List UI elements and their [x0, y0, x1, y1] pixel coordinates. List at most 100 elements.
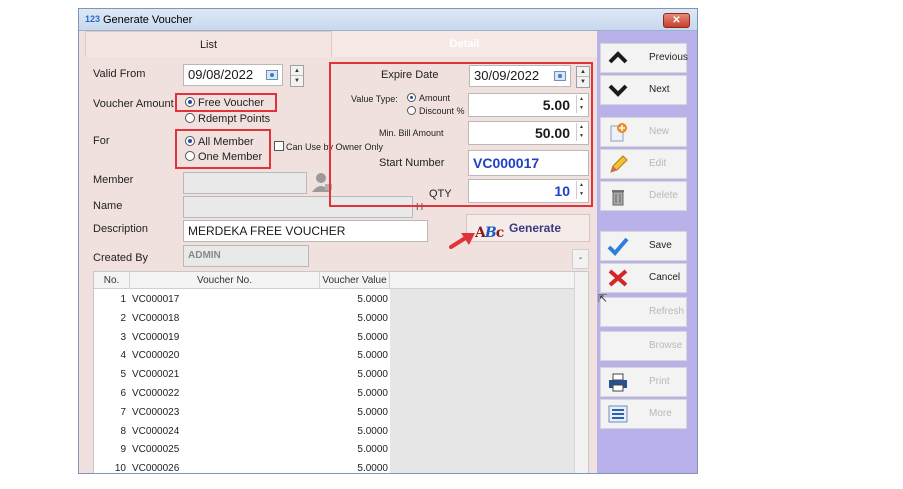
- action-sidebar: Previous Next New Edit Delete Save Cance…: [597, 31, 697, 473]
- cell-voucher-no: VC000024: [132, 425, 180, 437]
- highlight-for: [175, 129, 271, 169]
- radio-redeem-points-label: Rdempt Points: [198, 113, 271, 125]
- grid-scrollbar[interactable]: [574, 272, 588, 473]
- save-button[interactable]: Save: [600, 231, 687, 261]
- expire-date-label: Expire Date: [381, 69, 439, 81]
- cell-no: 7: [120, 406, 126, 418]
- chevron-down-icon[interactable]: ▼: [291, 76, 303, 86]
- table-row[interactable]: 3 VC000019 5.0000: [94, 329, 390, 347]
- member-field[interactable]: [183, 172, 307, 194]
- list-icon: [608, 405, 628, 423]
- cell-voucher-value: 5.0000: [357, 331, 388, 343]
- voucher-amount-label: Voucher Amount: [93, 98, 174, 110]
- mouse-cursor-icon: ⇱: [598, 293, 608, 305]
- browse-button[interactable]: Browse: [600, 331, 687, 361]
- qty-label: QTY: [429, 188, 452, 200]
- table-row[interactable]: 2 VC000018 5.0000: [94, 310, 390, 328]
- cell-voucher-value: 5.0000: [357, 312, 388, 324]
- delete-button[interactable]: Delete: [600, 181, 687, 211]
- cell-voucher-no: VC000022: [132, 388, 180, 399]
- radio-redeem-points[interactable]: Rdempt Points: [185, 113, 270, 125]
- table-row[interactable]: 4 VC000020 5.0000: [94, 347, 390, 365]
- cell-voucher-no: VC000019: [132, 331, 180, 343]
- tab-detail[interactable]: Detail: [332, 31, 597, 57]
- description-label: Description: [93, 223, 149, 235]
- add-document-icon: [610, 123, 627, 142]
- column-header-voucher-value[interactable]: Voucher Value: [320, 272, 390, 289]
- cell-voucher-no: VC000017: [132, 294, 180, 305]
- min-bill-spinner[interactable]: ▲ ▼: [576, 123, 586, 141]
- close-button[interactable]: ✕: [663, 13, 690, 28]
- collapse-button[interactable]: -: [572, 249, 589, 269]
- cell-voucher-value: 5.0000: [357, 350, 388, 362]
- valid-from-spinner[interactable]: ▲ ▼: [290, 65, 304, 87]
- previous-button[interactable]: Previous: [600, 43, 688, 73]
- next-button[interactable]: Next: [600, 75, 687, 105]
- tab-list[interactable]: List: [85, 31, 332, 57]
- valid-from-field[interactable]: 09/08/2022: [183, 64, 283, 86]
- cell-voucher-value: 5.0000: [357, 388, 388, 399]
- title-bar[interactable]: 123 Generate Voucher ✕: [79, 9, 697, 31]
- valid-from-value: 09/08/2022: [188, 67, 254, 82]
- column-header-voucher-no[interactable]: Voucher No.: [130, 272, 320, 289]
- expire-date-spinner[interactable]: ▲ ▼: [576, 66, 590, 88]
- chevron-down-icon: [608, 84, 628, 97]
- new-button[interactable]: New: [600, 117, 687, 147]
- cancel-label: Cancel: [649, 272, 681, 283]
- cell-no: 5: [120, 369, 126, 381]
- cell-no: 9: [120, 444, 126, 456]
- expire-date-value: 30/09/2022: [474, 68, 540, 83]
- save-label: Save: [649, 240, 672, 251]
- value-spinner[interactable]: ▲ ▼: [576, 95, 586, 113]
- delete-label: Delete: [649, 190, 678, 201]
- print-button[interactable]: Print: [600, 367, 687, 397]
- expire-date-field[interactable]: 30/09/2022: [469, 65, 571, 87]
- min-bill-text: 50.00: [534, 125, 570, 141]
- start-number-field[interactable]: VC000017: [468, 150, 589, 176]
- radio-discount[interactable]: Discount %: [407, 106, 465, 116]
- cell-no: 8: [120, 425, 126, 437]
- table-row[interactable]: 5 VC000021 5.0000: [94, 366, 390, 384]
- value-field[interactable]: 5.00 ▲ ▼: [468, 93, 589, 117]
- cancel-button[interactable]: Cancel: [600, 263, 687, 293]
- min-bill-label: Min. Bill Amount: [379, 128, 444, 138]
- description-field[interactable]: MERDEKA FREE VOUCHER: [183, 220, 428, 242]
- radio-amount-label: Amount: [419, 93, 451, 103]
- min-bill-field[interactable]: 50.00 ▲ ▼: [468, 121, 589, 145]
- edit-button[interactable]: Edit: [600, 149, 687, 179]
- grid-header: No. Voucher No. Voucher Value: [94, 272, 588, 289]
- cell-voucher-value: 5.0000: [357, 406, 388, 418]
- radio-circle-icon: [185, 113, 195, 123]
- more-button[interactable]: More: [600, 399, 687, 429]
- qty-text: 10: [554, 183, 570, 199]
- refresh-button[interactable]: Refresh: [600, 297, 687, 327]
- calendar-icon[interactable]: [266, 70, 278, 80]
- generate-label: Generate: [509, 221, 562, 235]
- radio-amount[interactable]: Amount: [407, 93, 450, 103]
- qty-spinner[interactable]: ▲ ▼: [576, 181, 586, 199]
- generate-button[interactable]: ABc Generate: [466, 214, 590, 242]
- table-row[interactable]: 8 VC000024 5.0000: [94, 423, 390, 441]
- table-row[interactable]: 6 VC000022 5.0000: [94, 385, 390, 403]
- window-title: Generate Voucher: [103, 14, 193, 26]
- chevron-up-icon[interactable]: ▲: [577, 67, 589, 77]
- pencil-icon: [610, 155, 628, 173]
- table-row[interactable]: 10 VC000026 5.0000: [94, 460, 390, 473]
- calendar-icon[interactable]: [554, 71, 566, 81]
- cell-voucher-value: 5.0000: [357, 294, 388, 305]
- chevron-up-icon[interactable]: ▲: [291, 66, 303, 76]
- chevron-up-icon: [608, 51, 628, 64]
- more-label: More: [649, 408, 672, 419]
- cell-voucher-value: 5.0000: [357, 369, 388, 381]
- table-row[interactable]: 7 VC000023 5.0000: [94, 404, 390, 422]
- table-row[interactable]: 9 VC000025 5.0000: [94, 441, 390, 459]
- table-row[interactable]: 1 VC000017 5.0000: [94, 291, 390, 309]
- column-header-no[interactable]: No.: [94, 272, 130, 289]
- chevron-down-icon[interactable]: ▼: [577, 77, 589, 87]
- grid-empty-area: [390, 289, 576, 473]
- cell-voucher-value: 5.0000: [357, 444, 388, 456]
- checkbox-icon: [274, 141, 284, 151]
- qty-field[interactable]: 10 ▲ ▼: [468, 179, 589, 203]
- generate-voucher-window: 123 Generate Voucher ✕ List Detail Valid…: [78, 8, 698, 474]
- voucher-grid[interactable]: No. Voucher No. Voucher Value 1 VC000017 5…: [93, 271, 589, 473]
